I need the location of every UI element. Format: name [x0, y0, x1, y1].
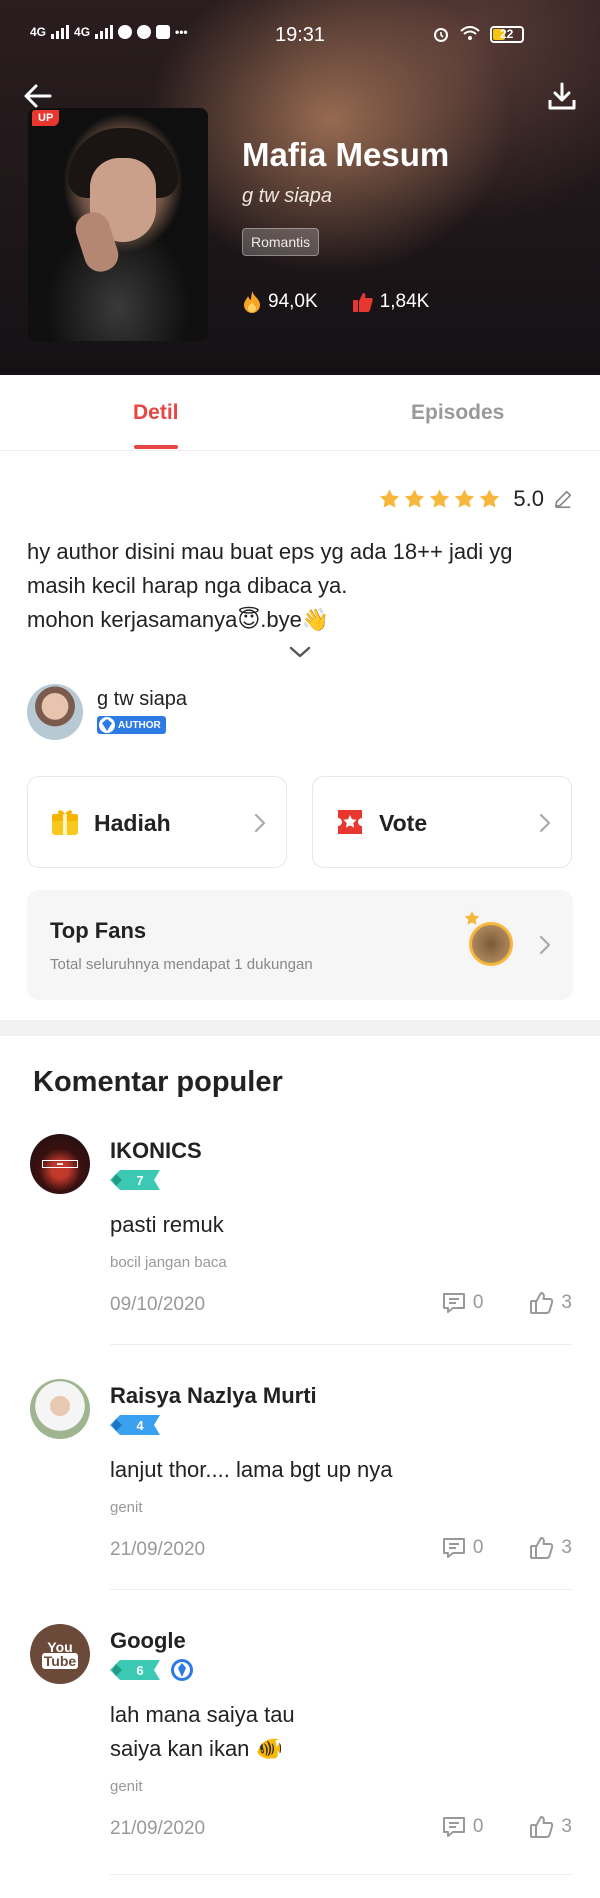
chevron-down-icon[interactable] — [288, 644, 312, 660]
comment-actions: 0 3 — [441, 1535, 572, 1561]
like-count: 3 — [561, 1816, 572, 1837]
comment-episode-label[interactable]: genit — [110, 1499, 143, 1516]
views-stat: 94,0K — [242, 290, 318, 314]
author-badge-label: AUTHOR — [118, 719, 161, 731]
novel-title: Mafia Mesum — [242, 136, 450, 173]
genre-tag[interactable]: Romantis — [242, 228, 320, 256]
like-count: 3 — [561, 1537, 572, 1558]
gift-label: Hadiah — [94, 810, 171, 836]
star-icon — [380, 489, 400, 508]
comment-actions: 0 3 — [441, 1290, 572, 1316]
star-icon — [405, 489, 425, 508]
gift-button[interactable]: Hadiah — [27, 776, 287, 868]
comment-text: lanjut thor.... lama bgt up nya — [110, 1457, 393, 1482]
tab-episodes[interactable]: Episodes — [411, 401, 504, 425]
comment-item: Raisya Nazlya Murti 4 lanjut thor.... la… — [0, 1379, 600, 1599]
vote-ticket-icon — [338, 810, 362, 834]
download-icon[interactable] — [546, 80, 578, 112]
likes-count: 1,84K — [379, 291, 430, 312]
vote-button[interactable]: Vote — [312, 776, 572, 868]
author-badge-icon — [99, 717, 115, 733]
rating-value: 5.0 — [513, 486, 544, 511]
reply-icon[interactable] — [441, 1814, 467, 1840]
likes-stat: 1,84K — [352, 291, 430, 313]
status-bar: 4G 4G ••• 19:31 22 — [0, 0, 600, 72]
update-badge: UP — [32, 110, 60, 126]
star-icon — [455, 489, 475, 508]
comment-actions: 0 3 — [441, 1814, 572, 1840]
author-badge: AUTHOR — [97, 716, 166, 734]
reply-count: 0 — [472, 1292, 484, 1313]
star-icon — [430, 489, 450, 508]
synopsis-text: hy author disini mau buat eps yg ada 18+… — [27, 539, 513, 632]
like-icon[interactable] — [529, 1290, 555, 1316]
vote-label: Vote — [379, 810, 428, 836]
comment-episode-label[interactable]: genit — [110, 1778, 143, 1795]
top-fans-title: Top Fans — [50, 918, 147, 943]
commenter-name[interactable]: Raisya Nazlya Murti — [110, 1383, 317, 1409]
reply-icon[interactable] — [441, 1290, 467, 1316]
comment-text: lah mana saiya tau saiya kan ikan 🐠 — [110, 1702, 295, 1761]
novel-header: 4G 4G ••• 19:31 22 UP Mafia Mesum g tw s… — [0, 0, 600, 375]
author-profile[interactable]: g tw siapa AUTHOR — [27, 684, 567, 740]
level-number: 7 — [136, 1173, 143, 1188]
reply-count: 0 — [472, 1816, 484, 1837]
commenter-avatar[interactable] — [30, 1379, 90, 1439]
level-number: 4 — [136, 1418, 144, 1433]
wifi-icon — [460, 26, 480, 40]
gift-icon — [52, 810, 78, 835]
top-fans-subtitle: Total seluruhnya mendapat 1 dukungan — [50, 956, 313, 973]
chevron-right-icon — [539, 935, 551, 955]
crown-icon — [464, 911, 480, 925]
comment-item: ▬ IKONICS 7 pasti remuk bocil jangan bac… — [0, 1134, 600, 1354]
novel-stats: 94,0K 1,84K — [242, 290, 429, 314]
comment-date: 21/09/2020 — [110, 1539, 206, 1560]
comment-text: pasti remuk — [110, 1212, 224, 1237]
commenter-avatar[interactable]: ▬ — [30, 1134, 90, 1194]
commenter-avatar[interactable]: You Tube — [30, 1624, 90, 1684]
cover-image — [28, 108, 208, 341]
battery-icon: 22 — [490, 25, 524, 43]
comment-item: You Tube Google 6 lah mana saiya tau saiy… — [0, 1624, 600, 1884]
comments-section-title: Komentar populer — [33, 1066, 283, 1098]
thumbs-up-icon — [352, 293, 373, 312]
level-number: 6 — [136, 1663, 143, 1678]
novel-author[interactable]: g tw siapa — [242, 185, 332, 208]
commenter-name[interactable]: IKONICS — [110, 1138, 202, 1164]
edit-rating-icon[interactable] — [552, 488, 574, 510]
like-count: 3 — [561, 1292, 572, 1313]
chevron-right-icon — [539, 813, 551, 833]
star-icon — [480, 489, 500, 508]
tab-detil[interactable]: Detil — [133, 401, 179, 425]
like-icon[interactable] — [529, 1535, 555, 1561]
battery-level: 22 — [500, 26, 514, 41]
top-fan-avatar[interactable] — [469, 922, 513, 966]
level-badge: 7 — [110, 1170, 160, 1190]
comment-episode-label[interactable]: bocil jangan baca — [110, 1254, 227, 1271]
reply-icon[interactable] — [441, 1535, 467, 1561]
comment-date: 21/09/2020 — [110, 1818, 206, 1839]
like-icon[interactable] — [529, 1814, 555, 1840]
comment-separator — [110, 1589, 572, 1590]
comment-separator — [110, 1874, 572, 1875]
rating: 5.0 — [378, 486, 574, 512]
level-badge: 6 — [110, 1660, 160, 1680]
top-fans-card[interactable]: Top Fans Total seluruhnya mendapat 1 duk… — [27, 890, 573, 1000]
level-badge: 4 — [110, 1415, 160, 1435]
author-avatar[interactable] — [27, 684, 83, 740]
active-tab-indicator — [134, 445, 178, 449]
comment-separator — [110, 1344, 572, 1345]
section-divider — [0, 1020, 600, 1036]
alarm-icon — [434, 28, 448, 42]
comment-date: 09/10/2020 — [110, 1294, 206, 1315]
fire-icon — [244, 291, 260, 313]
commenter-name[interactable]: Google — [110, 1628, 186, 1654]
reply-count: 0 — [472, 1537, 484, 1558]
author-marker-icon — [171, 1659, 193, 1681]
tab-bar: Detil Episodes — [0, 375, 600, 451]
author-name[interactable]: g tw siapa — [97, 688, 187, 711]
views-count: 94,0K — [268, 291, 318, 312]
chevron-right-icon — [254, 813, 266, 833]
